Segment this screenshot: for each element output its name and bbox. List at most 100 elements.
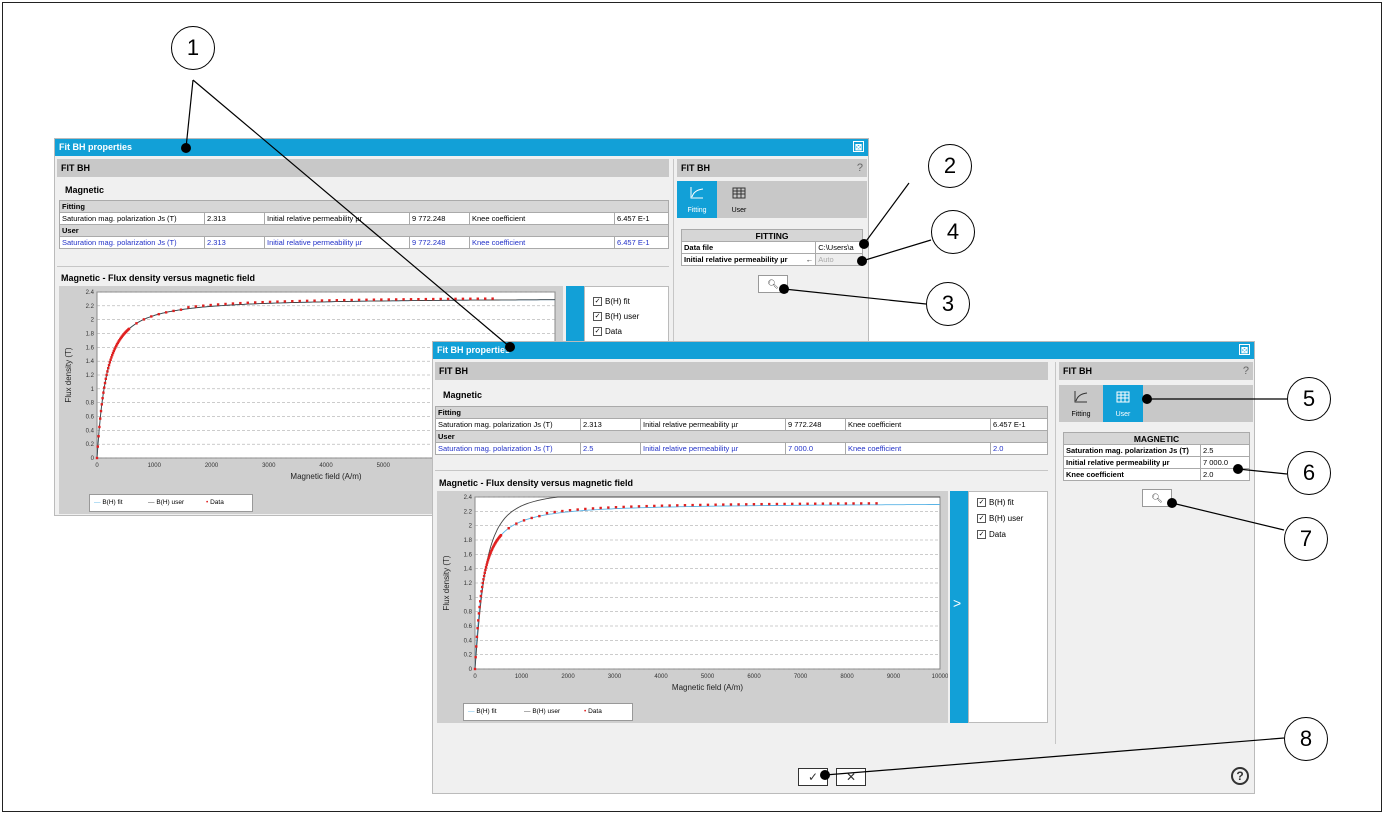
data-point <box>99 409 103 413</box>
curve-icon <box>690 187 704 199</box>
legend-user: — B(H) user <box>148 499 185 506</box>
data-file-field[interactable]: C:\Users\a <box>815 241 863 254</box>
data-point <box>806 502 809 505</box>
data-point <box>142 318 146 321</box>
data-point <box>105 373 108 377</box>
mode-tabs: Fitting User <box>1059 385 1253 422</box>
tab-fitting[interactable]: Fitting <box>1061 385 1101 422</box>
cell[interactable]: 7 000.0 <box>785 442 846 455</box>
permeability-field[interactable]: Auto <box>815 253 863 266</box>
checkbox-label: B(H) fit <box>605 297 630 306</box>
close-icon[interactable]: ⊠ <box>1239 344 1250 355</box>
right-panel-title: FIT BH <box>681 163 710 173</box>
data-point <box>484 568 487 572</box>
data-point <box>852 502 855 505</box>
data-point <box>298 299 301 303</box>
tab-user[interactable]: User <box>1103 385 1143 422</box>
data-point <box>313 299 316 302</box>
user-group-label: User <box>435 430 1048 443</box>
cell[interactable]: Initial relative permeability µr <box>640 442 786 455</box>
x-tick-label: 7000 <box>794 674 808 680</box>
table-icon <box>732 187 746 199</box>
check-icon: ✓ <box>977 498 986 508</box>
magnetic-table-title: MAGNETIC <box>1063 432 1250 445</box>
cell: 2.313 <box>580 418 641 431</box>
callout-dot <box>1142 394 1152 404</box>
cell[interactable]: 2.313 <box>204 236 265 249</box>
data-point <box>461 297 465 301</box>
data-point <box>417 297 420 301</box>
callout-dot <box>820 770 830 780</box>
data-point <box>239 301 242 305</box>
help-icon[interactable]: ? <box>857 159 863 177</box>
cell[interactable]: Knee coefficient <box>845 442 991 455</box>
legend-data-label: Data <box>588 708 602 715</box>
legend: — B(H) fit — B(H) user • Data <box>463 703 633 721</box>
callout-2: 2 <box>928 144 972 188</box>
data-point <box>561 509 564 513</box>
js-field[interactable]: 2.5 <box>1200 444 1250 457</box>
x-tick-label: 4000 <box>319 463 333 469</box>
data-point <box>109 358 112 361</box>
data-point <box>485 563 488 566</box>
checkbox-fit[interactable]: ✓ B(H) fit <box>977 498 1014 508</box>
data-point <box>507 527 510 530</box>
help-circle-icon[interactable]: ? <box>1231 767 1249 785</box>
checkbox-user[interactable]: ✓ B(H) user <box>977 514 1023 524</box>
callout-3: 3 <box>926 282 970 326</box>
data-point <box>253 301 257 304</box>
section-title: Magnetic <box>65 185 105 195</box>
data-point <box>110 356 113 359</box>
data-point <box>96 445 100 448</box>
expand-sidebar-button[interactable]: > <box>950 491 968 723</box>
chart-front: 0 0.2 0.4 0.6 0.8 1 1.2 1.4 1.6 1.8 2 2.2 2.4 0 1000 20… <box>442 495 948 692</box>
series-checklist: ✓ B(H) fit ✓ B(H) user ✓ Data <box>968 491 1048 723</box>
cell[interactable]: Saturation mag. polarization Js (T) <box>59 236 205 249</box>
checkbox-data[interactable]: ✓ Data <box>977 530 1006 540</box>
data-point <box>157 312 160 316</box>
data-point <box>515 522 518 525</box>
zoom-icon: 🔍︎ <box>767 279 779 289</box>
callout-6: 6 <box>1287 451 1331 495</box>
data-point <box>365 298 368 301</box>
tab-fitting[interactable]: Fitting <box>677 181 717 218</box>
window-title-bar[interactable]: Fit BH properties ⊠ <box>55 139 868 156</box>
x-axis-label: Magnetic field (A/m) <box>672 683 743 692</box>
y-axis-label: Flux density (T) <box>64 347 73 402</box>
window-title-bar[interactable]: Fit BH properties ⊠ <box>433 342 1254 359</box>
cell: 6.457 E-1 <box>990 418 1048 431</box>
data-point <box>837 502 840 505</box>
cell[interactable]: Knee coefficient <box>469 236 615 249</box>
y-tick-label: 0.6 <box>464 624 473 630</box>
tab-user[interactable]: User <box>719 181 759 218</box>
cell[interactable]: Initial relative permeability µr <box>264 236 410 249</box>
cell[interactable]: 9 772.248 <box>409 236 470 249</box>
data-point <box>477 619 480 622</box>
row-label: Initial relative permeability µr ← <box>680 253 817 266</box>
data-point <box>103 386 106 389</box>
data-point <box>622 505 625 509</box>
cell[interactable]: 6.457 E-1 <box>614 236 669 249</box>
cell[interactable]: 2.0 <box>990 442 1048 455</box>
data-point <box>108 361 112 364</box>
data-point <box>699 503 702 507</box>
cell[interactable]: 2.5 <box>580 442 641 455</box>
data-point <box>483 571 486 575</box>
table-icon <box>1116 391 1130 403</box>
right-panel-title: FIT BH <box>1063 366 1092 376</box>
properties-table: Fitting Saturation mag. polarization Js … <box>59 200 669 249</box>
help-icon[interactable]: ? <box>1243 362 1249 380</box>
legend-user-label: B(H) user <box>532 708 561 715</box>
cancel-button[interactable]: ✕ <box>836 768 866 786</box>
x-tick-label: 3000 <box>262 463 276 469</box>
checkbox-fit[interactable]: ✓ B(H) fit <box>593 297 630 307</box>
data-point <box>844 502 848 505</box>
data-point <box>486 561 489 564</box>
checkbox-user[interactable]: ✓ B(H) user <box>593 312 639 322</box>
callout-dot <box>1167 498 1177 508</box>
cell[interactable]: Saturation mag. polarization Js (T) <box>435 442 581 455</box>
checkbox-data[interactable]: ✓ Data <box>593 327 622 337</box>
right-panel-header: FIT BH? <box>1059 362 1253 380</box>
arrow-left-icon[interactable]: ← <box>806 255 814 264</box>
close-icon[interactable]: ⊠ <box>853 141 864 152</box>
